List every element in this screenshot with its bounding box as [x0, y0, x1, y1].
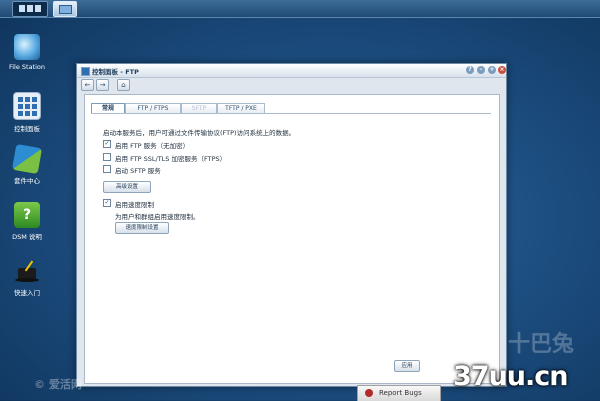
taskbar [0, 0, 600, 18]
desktop-icon-package-center[interactable]: 套件中心 [4, 143, 50, 185]
apply-button[interactable]: 应用 [394, 360, 420, 372]
speed-limit-settings-button[interactable]: 速度限制设置 [115, 222, 169, 234]
ftp-window: 控制面板 - FTP ? – + × ← → ⌂ 常规 FTP / FTPS S… [76, 63, 507, 387]
control-panel-icon [13, 92, 41, 120]
monitor-icon [59, 5, 72, 14]
minimize-button[interactable]: – [477, 66, 485, 74]
intro-text: 启动本服务后，用户可通过文件传输协议(FTP)访问系统上的数据。 [103, 129, 296, 137]
package-center-icon [11, 143, 43, 175]
desktop-icon-label: 套件中心 [14, 177, 40, 185]
help-book-icon: ? [14, 202, 40, 228]
folder-magnifier-icon [14, 34, 40, 60]
report-bugs-label: Report Bugs [379, 389, 422, 397]
main-menu-button[interactable] [12, 1, 48, 17]
speed-limit-checkbox[interactable]: ✓ [103, 199, 111, 207]
enable-ftps-checkbox[interactable] [103, 153, 111, 161]
watermark-cn: 十巴兔 [508, 332, 575, 357]
grid-icon-part [27, 5, 33, 12]
enable-ftp-label: 启用 FTP 服务（无加密） [115, 142, 190, 150]
speed-limit-note: 为用户和群组启用速度限制。 [115, 213, 200, 221]
desktop-icon-dsm-help[interactable]: ? DSM 说明 [4, 202, 50, 241]
control-panel-icon [81, 67, 90, 76]
report-bugs-button[interactable]: Report Bugs [357, 385, 441, 401]
tab-divider [91, 113, 491, 114]
grid-icon [19, 5, 25, 12]
desktop-icon-label: File Station [8, 63, 46, 71]
bug-icon [365, 389, 373, 397]
speed-limit-label: 启用速度限制 [115, 201, 154, 209]
back-button[interactable]: ← [81, 79, 94, 91]
enable-sftp-label: 启动 SFTP 服务 [115, 167, 161, 175]
window-title: 控制面板 - FTP [92, 68, 139, 76]
desktop-icon-label: 控制面板 [14, 125, 40, 133]
magic-hat-icon [14, 258, 40, 284]
settings-panel: 常规 FTP / FTPS SFTP TFTP / PXE 启动本服务后，用户可… [84, 94, 500, 384]
enable-ftps-label: 启用 FTP SSL/TLS 加密服务（FTPS） [115, 155, 227, 163]
desktop-icon-label: DSM 说明 [12, 233, 42, 241]
desktop-icon-label: 快速入门 [14, 289, 40, 297]
maximize-button[interactable]: + [488, 66, 496, 74]
desktop-icon-quick-start[interactable]: 快速入门 [4, 258, 50, 297]
enable-ftp-checkbox[interactable]: ✓ [103, 140, 111, 148]
help-button[interactable]: ? [466, 66, 474, 74]
advanced-settings-button[interactable]: 高级设置 [103, 181, 151, 193]
window-titlebar[interactable]: 控制面板 - FTP ? – + × [77, 64, 506, 78]
window-toolbar: ← → ⌂ [77, 78, 506, 91]
taskbar-window-button[interactable] [53, 1, 77, 17]
watermark-site: 37uu.cn [453, 361, 568, 392]
watermark-left: © 爱活网 [34, 378, 82, 391]
forward-button[interactable]: → [96, 79, 109, 91]
enable-sftp-checkbox[interactable] [103, 165, 111, 173]
desktop-icon-control-panel[interactable]: 控制面板 [4, 92, 50, 133]
grid-icon-part [35, 5, 41, 12]
close-button[interactable]: × [498, 66, 506, 74]
home-button[interactable]: ⌂ [117, 79, 130, 91]
desktop-icon-file-station[interactable]: File Station [4, 34, 50, 71]
